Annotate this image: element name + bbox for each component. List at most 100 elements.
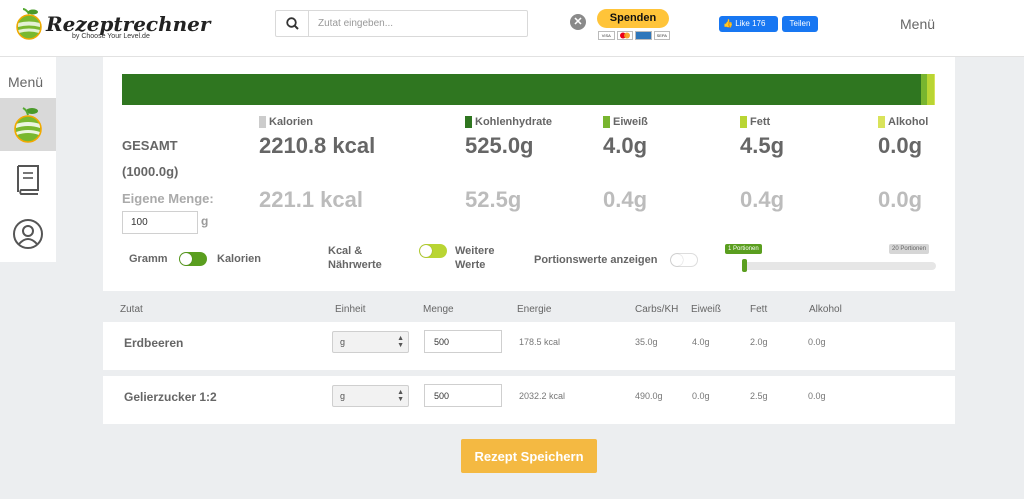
search-input[interactable] (310, 11, 526, 36)
header-menu-button[interactable]: Menü (900, 16, 935, 32)
unit-select-value: g (340, 337, 346, 347)
kalorien-own: 221.1 kcal (259, 187, 363, 212)
nutrient-alkohol: Alkohol (878, 116, 928, 128)
kcal-label-line1: Kcal & (328, 245, 363, 257)
col-header-zutat: Zutat (120, 304, 143, 315)
total-label: GESAMT (122, 138, 178, 153)
side-menu-label[interactable]: Menü (8, 74, 43, 90)
book-icon (17, 164, 39, 195)
kalorien-swatch (259, 116, 266, 128)
portions-slider[interactable] (743, 262, 936, 270)
logo[interactable]: Rezeptrechner by Choose Your Level.de (14, 8, 210, 46)
alcohol-swatch (878, 116, 885, 128)
unit-select[interactable]: g ▲ ▼ (332, 385, 409, 407)
fat-value: 2.0g (750, 337, 768, 347)
alcohol-value: 0.0g (808, 337, 826, 347)
ingredients-table-header: Zutat Einheit Menge Energie Carbs/KH Eiw… (103, 304, 955, 320)
nutrient-kohlenhydrate: Kohlenhydrate (465, 116, 552, 128)
nutrient-label: Kohlenhydrate (475, 116, 553, 128)
portion-values-toggle[interactable] (670, 253, 698, 267)
visa-card-icon: VISA (598, 31, 615, 40)
total-weight: (1000.0g) (122, 164, 179, 179)
apple-logo-icon (16, 8, 42, 40)
nutrient-fett: Fett (740, 116, 770, 128)
col-header-fett: Fett (750, 304, 768, 315)
portion-values-label: Portionswerte anzeigen (534, 254, 658, 266)
clear-search-icon[interactable]: ✕ (570, 14, 586, 30)
protein-swatch (603, 116, 610, 128)
values-toggle[interactable] (419, 244, 447, 258)
donate-button[interactable]: Spenden (597, 9, 669, 28)
facebook-share-button[interactable]: Teilen (782, 16, 818, 32)
fat-total: 4.5g (740, 133, 785, 158)
user-icon (13, 218, 43, 249)
sepa-card-icon: SEPA (653, 31, 670, 40)
alcohol-own: 0.0g (878, 187, 923, 212)
nutrient-eiweiss: Eiweiß (603, 116, 648, 128)
protein-own: 0.4g (603, 187, 648, 212)
weitere-label-line1: Weitere (455, 245, 495, 257)
sidebar-item-recipes[interactable] (0, 153, 56, 206)
alcohol-value: 0.0g (808, 391, 826, 401)
nutrition-summary-card: GESAMT (1000.0g) Eigene Menge: g Kalorie… (103, 57, 955, 291)
portions-min-badge: 1 Portionen (725, 244, 762, 254)
alcohol-total: 0.0g (878, 133, 923, 158)
portions-max-badge: 20 Portionen (889, 244, 930, 254)
distribution-segment-alkohol (933, 74, 935, 105)
gramm-label: Gramm (129, 253, 168, 265)
select-arrows-icon: ▲ ▼ (397, 389, 404, 403)
weitere-label-line2: Werte (455, 259, 486, 271)
col-header-eiweiss: Eiweiß (691, 304, 722, 315)
carbs-value: 35.0g (635, 337, 658, 347)
amount-input[interactable] (424, 384, 502, 407)
col-header-menge: Menge (423, 304, 454, 315)
protein-value: 0.0g (692, 391, 710, 401)
facebook-like-button[interactable]: 👍 Like 176 (719, 16, 778, 32)
save-recipe-button[interactable]: Rezept Speichern (461, 439, 597, 473)
side-nav: Menü (0, 57, 56, 262)
nutrient-label: Eiweiß (613, 116, 648, 128)
search-box (275, 10, 528, 37)
col-header-carbs: Carbs/KH (635, 304, 679, 315)
nutrient-label: Alkohol (888, 116, 929, 128)
own-amount-input[interactable] (122, 211, 198, 234)
ingredient-name[interactable]: Erdbeeren (124, 336, 183, 350)
energy-value: 2032.2 kcal (519, 391, 566, 401)
distribution-segment-fett (926, 74, 934, 105)
kalorien-toggle-label: Kalorien (217, 253, 262, 265)
fat-swatch (740, 116, 747, 128)
amount-input[interactable] (424, 330, 502, 353)
macro-distribution-bar (122, 74, 935, 105)
protein-total: 4.0g (603, 133, 648, 158)
thumbs-up-icon: 👍 (723, 19, 733, 28)
logo-subtitle: by Choose Your Level.de (72, 33, 150, 40)
table-row: Gelierzucker 1:2 g ▲▼ 2032.2 kcal 490.0g… (103, 376, 955, 424)
apple-icon (14, 106, 42, 143)
carbs-own: 52.5g (465, 187, 522, 212)
nutrient-kalorien: Kalorien (259, 116, 313, 128)
nutrient-label: Kalorien (269, 116, 314, 128)
col-header-energie: Energie (517, 304, 552, 315)
table-row: Erdbeeren g ▲▼ 178.5 kcal 35.0g 4.0g 2.0… (103, 322, 955, 370)
col-header-einheit: Einheit (335, 304, 366, 315)
sidebar-item-calculator[interactable] (0, 98, 56, 151)
unit-select[interactable]: g ▲ ▼ (332, 331, 409, 353)
carbs-swatch (465, 116, 472, 128)
nutrient-label: Fett (750, 116, 771, 128)
fat-own: 0.4g (740, 187, 785, 212)
unit-select-value: g (340, 391, 346, 401)
ingredient-name[interactable]: Gelierzucker 1:2 (124, 390, 217, 404)
distribution-segment-kohlenhydrate (122, 74, 921, 105)
search-button[interactable] (276, 11, 309, 36)
col-header-alkohol: Alkohol (809, 304, 842, 315)
own-amount-unit: g (201, 214, 209, 228)
sidebar-item-account[interactable] (0, 207, 56, 260)
kcal-label-line2: Nährwerte (328, 259, 382, 271)
mastercard-icon (616, 31, 633, 40)
kalorien-total: 2210.8 kcal (259, 133, 376, 158)
own-amount-label: Eigene Menge: (122, 191, 214, 206)
facebook-like-label: Like 176 (735, 19, 766, 28)
unit-toggle[interactable] (179, 252, 207, 266)
carbs-value: 490.0g (635, 391, 663, 401)
portions-slider-handle[interactable] (742, 259, 747, 272)
